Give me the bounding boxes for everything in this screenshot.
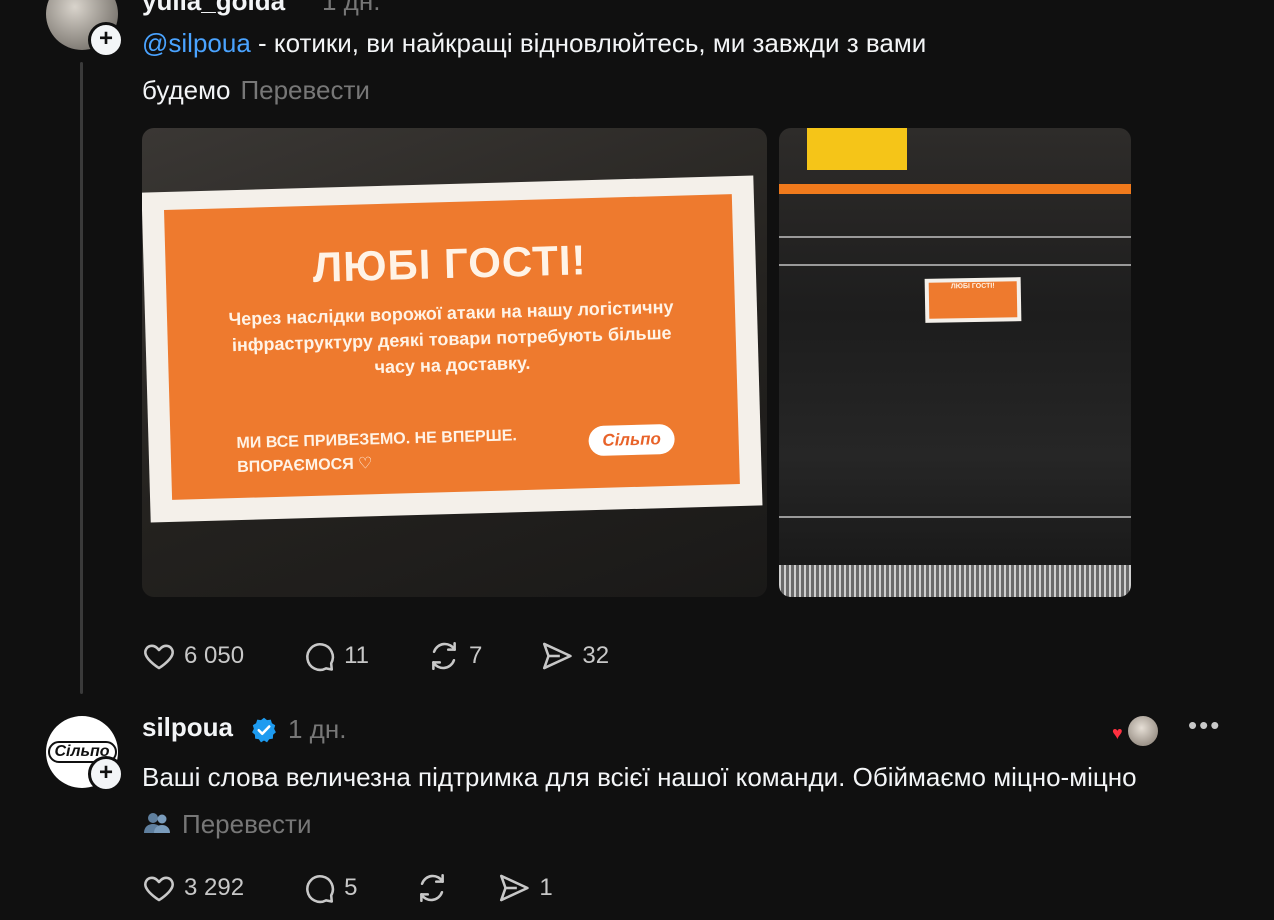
reply-count: 11	[344, 642, 369, 669]
people-hugging-emoji-icon	[144, 813, 170, 833]
small-sign-title: ЛЮБІ ГОСТІ!	[928, 281, 1018, 319]
post1-actions: 6 050 11 7 32	[142, 636, 667, 676]
post2-username[interactable]: silpoua	[142, 712, 233, 743]
verified-badge-icon	[252, 717, 276, 743]
notice-sign: ЛЮБІ ГОСТІ! Через наслідки ворожої атаки…	[142, 175, 763, 523]
shelf-glass	[779, 264, 1131, 266]
share-count: 1	[539, 874, 553, 901]
silpo-logo: Сільпо	[588, 423, 676, 457]
follow-plus-icon[interactable]: +	[88, 756, 124, 792]
like-button[interactable]: 3 292	[142, 871, 244, 905]
like-count: 6 050	[184, 642, 245, 669]
post1-image-1[interactable]: ЛЮБІ ГОСТІ! Через наслідки ворожої атаки…	[142, 128, 767, 597]
small-notice-sign: ЛЮБІ ГОСТІ!	[924, 277, 1022, 323]
shelf-glass	[779, 236, 1131, 238]
shelf-orange-bar	[779, 184, 1131, 194]
reply-button[interactable]: 5	[302, 871, 357, 905]
sign-footer: МИ ВСЕ ПРИВЕЗЕМО. НЕ ВПЕРШЕ. ВПОРАЄМОСЯ …	[236, 424, 518, 480]
thread-line	[80, 62, 83, 694]
reply-count: 5	[344, 874, 358, 901]
translate-link[interactable]: Перевести	[240, 75, 369, 105]
heart-icon	[144, 644, 174, 670]
liked-heart-icon: ♥	[1112, 723, 1123, 743]
repost-count: 7	[468, 642, 483, 669]
post1-text: @silpoua - котики, ви найкращі відновлюй…	[142, 20, 1142, 114]
liked-by-author[interactable]: ♥	[1112, 714, 1160, 748]
like-button[interactable]: 6 050	[142, 639, 244, 673]
comment-icon	[306, 875, 335, 904]
more-icon[interactable]: •••	[1188, 712, 1228, 743]
repost-icon	[420, 873, 445, 903]
post1-image-2[interactable]: ЛЮБІ ГОСТІ!	[779, 128, 1131, 597]
share-icon	[543, 642, 573, 670]
heart-icon	[144, 876, 174, 902]
share-icon	[500, 874, 530, 902]
share-count: 32	[582, 642, 610, 669]
price-tag	[807, 128, 907, 170]
comment-icon	[306, 643, 335, 672]
repost-button[interactable]: 7	[427, 639, 482, 673]
mini-avatar	[1126, 714, 1160, 748]
post1-username[interactable]: yulia_golda	[142, 0, 285, 17]
post2-timestamp: 1 дн.	[288, 714, 347, 744]
shelf-grill	[779, 565, 1131, 597]
translate-link[interactable]: Перевести	[182, 809, 311, 839]
post2-actions: 3 292 5 1	[142, 868, 611, 908]
share-button[interactable]: 1	[497, 871, 553, 905]
repost-button[interactable]	[415, 871, 449, 905]
mention-link[interactable]: @silpoua	[142, 28, 251, 58]
post1-timestamp: 1 дн.	[322, 0, 381, 16]
sign-body: Через наслідки ворожої атаки на нашу лог…	[228, 296, 674, 378]
post2-text: Ваші слова величезна підтримка для всієї…	[142, 754, 1142, 848]
like-count: 3 292	[184, 874, 245, 901]
share-button[interactable]: 32	[540, 639, 609, 673]
reply-button[interactable]: 11	[302, 639, 369, 673]
sign-title: ЛЮБІ ГОСТІ!	[312, 236, 588, 291]
post2-body: Ваші слова величезна підтримка для всієї…	[142, 762, 1137, 792]
repost-icon	[432, 641, 456, 671]
shelf-glass	[779, 516, 1131, 518]
follow-plus-icon[interactable]: +	[88, 22, 124, 58]
